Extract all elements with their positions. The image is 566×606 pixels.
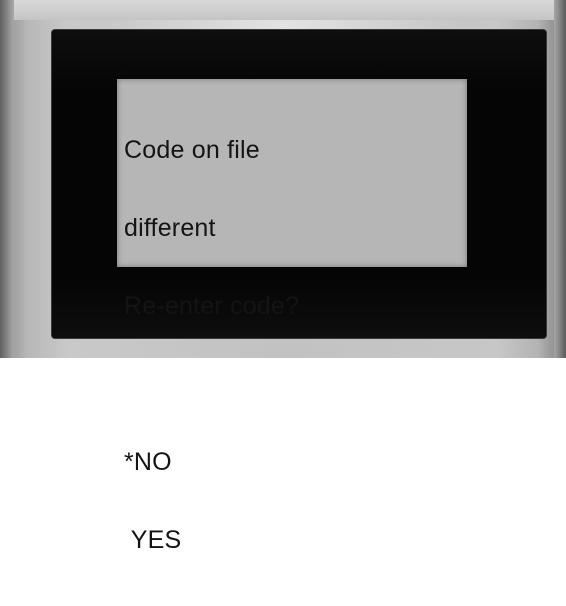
housing-right-edge — [554, 0, 566, 358]
housing-top-edge — [8, 0, 558, 20]
lcd-text-area: Code on file different Re-enter code? *N… — [124, 85, 299, 605]
option-yes[interactable]: YES — [124, 527, 299, 553]
lcd-display: Code on file different Re-enter code? *N… — [117, 79, 467, 553]
message-line-3: Re-enter code? — [124, 292, 300, 320]
message-line-2: different — [124, 214, 216, 242]
option-no[interactable]: *NO — [124, 449, 299, 475]
housing-left-edge — [0, 0, 14, 358]
device-housing: Code on file different Re-enter code? *N… — [0, 0, 566, 553]
message-line-1: Code on file — [124, 136, 260, 164]
